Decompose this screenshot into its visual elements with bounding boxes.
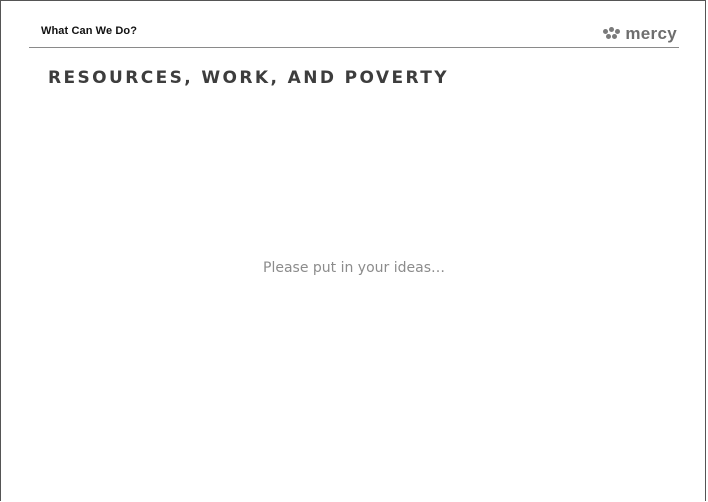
- section-label: What Can We Do?: [41, 25, 138, 37]
- slide-header: What Can We Do? mercy: [29, 21, 679, 48]
- slide-title: RESOURCES, WORK, AND POVERTY: [48, 68, 449, 88]
- placeholder-text: Please put in your ideas…: [263, 260, 445, 276]
- mercy-logo: mercy: [602, 21, 677, 45]
- mercy-logo-icon: [602, 26, 624, 40]
- slide: What Can We Do? mercy RESOURCES, WORK, A…: [0, 0, 706, 501]
- logo-text: mercy: [625, 23, 677, 43]
